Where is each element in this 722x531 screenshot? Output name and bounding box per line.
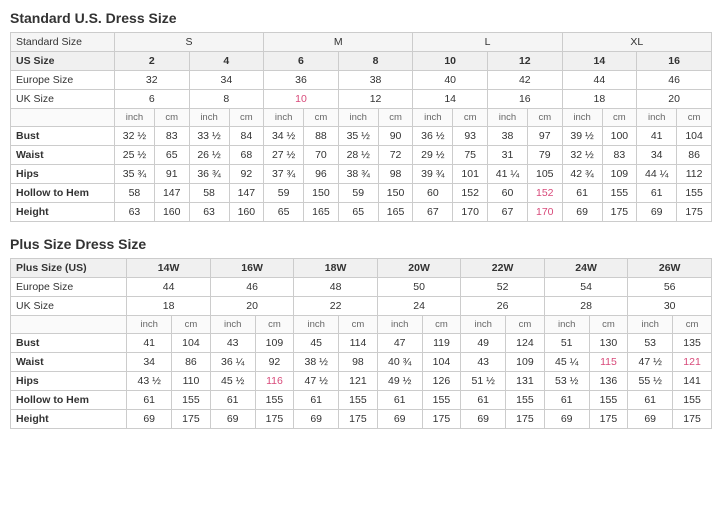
plus-hollow-hem-row: Hollow to Hem 61155 61155 61155 61155 61… xyxy=(11,391,712,410)
plus-uk-row: UK Size 18 20 22 24 26 28 30 xyxy=(11,297,712,316)
plus-size-header-row: Plus Size (US) 14W 16W 18W 20W 22W 24W 2… xyxy=(11,259,712,278)
us-size-row: US Size 2 4 6 8 10 12 14 16 xyxy=(11,52,712,71)
hollow-hem-row: Hollow to Hem 58147 58147 59150 59150 60… xyxy=(11,184,712,203)
standard-table: Standard Size S M L XL US Size 2 4 6 8 1… xyxy=(10,32,712,222)
height-row: Height 63160 63160 65165 65165 67170 671… xyxy=(11,203,712,222)
plus-title: Plus Size Dress Size xyxy=(10,236,712,252)
plus-bust-row: Bust 41104 43109 45114 47119 49124 51130… xyxy=(11,334,712,353)
standard-title: Standard U.S. Dress Size xyxy=(10,10,712,26)
uk-size-row: UK Size 6 8 10 12 14 16 18 20 xyxy=(11,90,712,109)
waist-row: Waist 25 ½65 26 ½68 27 ½70 28 ½72 29 ½75… xyxy=(11,146,712,165)
bust-row: Bust 32 ½83 33 ½84 34 ½88 35 ½90 36 ½93 … xyxy=(11,127,712,146)
plus-unit-header-row: inchcm inchcm inchcm inchcm inchcm inchc… xyxy=(11,316,712,334)
plus-table: Plus Size (US) 14W 16W 18W 20W 22W 24W 2… xyxy=(10,258,712,429)
plus-europe-row: Europe Size 44 46 48 50 52 54 56 xyxy=(11,278,712,297)
europe-size-row: Europe Size 32 34 36 38 40 42 44 46 xyxy=(11,71,712,90)
plus-hips-row: Hips 43 ½110 45 ½116 47 ½121 49 ½126 51 … xyxy=(11,372,712,391)
plus-height-row: Height 69175 69175 69175 69175 69175 691… xyxy=(11,410,712,429)
plus-waist-row: Waist 3486 36 ¼92 38 ½98 40 ¾104 43109 4… xyxy=(11,353,712,372)
size-group-row: Standard Size S M L XL xyxy=(11,33,712,52)
unit-header-row: inchcm inchcm inchcm inchcm inchcm inchc… xyxy=(11,109,712,127)
hips-row: Hips 35 ¾91 36 ¾92 37 ¾96 38 ¾98 39 ¾101… xyxy=(11,165,712,184)
